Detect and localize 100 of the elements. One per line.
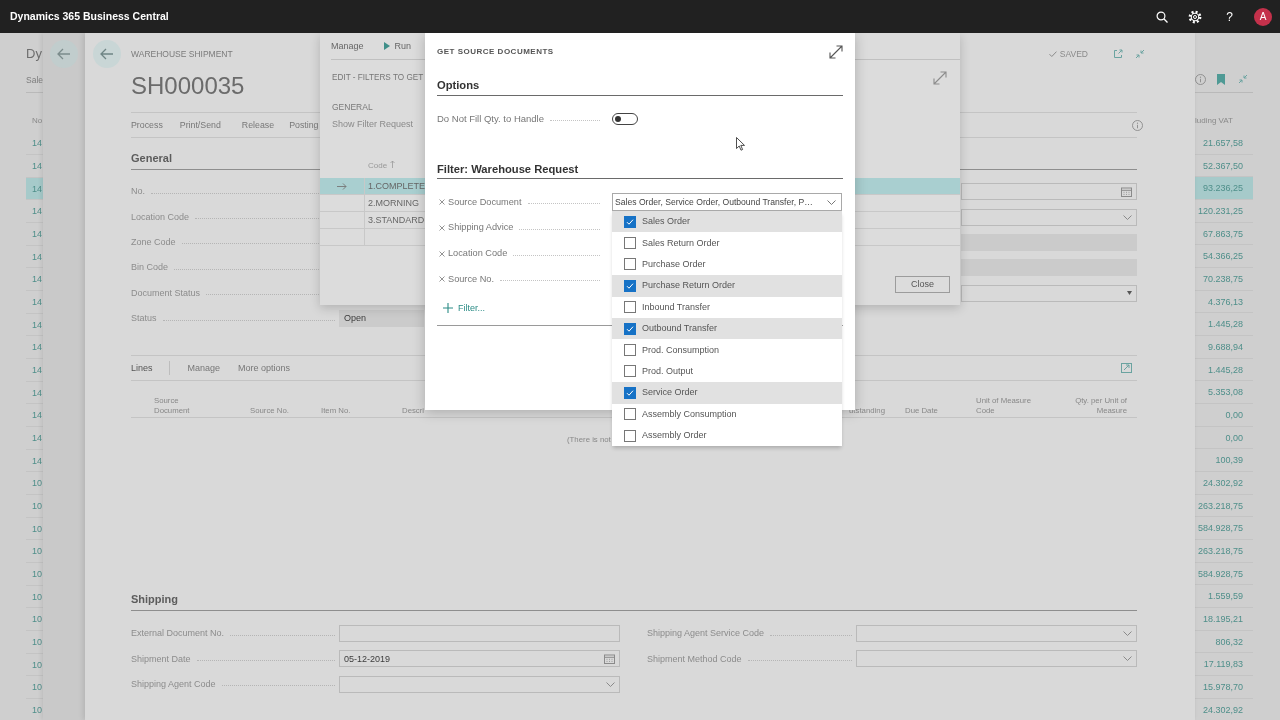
dropdown-option[interactable]: Assembly Consumption: [612, 403, 842, 425]
checkbox[interactable]: [624, 408, 636, 421]
checkbox[interactable]: [624, 322, 636, 335]
table-cell[interactable]: 93.236,25: [1195, 177, 1253, 200]
table-cell-text: 1.COMPLETE: [367, 180, 425, 193]
section-title: Filter: Warehouse Request: [437, 160, 843, 179]
field-label: Do Not Fill Qty. to Handle: [437, 113, 544, 125]
collapse-icon[interactable]: [1238, 74, 1248, 84]
bookmark-icon[interactable]: [1217, 74, 1225, 85]
read-only-field: Open: [339, 310, 424, 328]
checkbox[interactable]: [624, 215, 636, 228]
play-icon: [383, 42, 390, 50]
checkbox[interactable]: [624, 365, 636, 378]
field-label: Shipping Advice: [448, 222, 514, 234]
chevron-down-icon[interactable]: [827, 199, 836, 205]
option-label: Service Order: [642, 387, 698, 399]
help-button[interactable]: ?: [1226, 9, 1233, 24]
option-label: Assembly Consumption: [642, 408, 737, 420]
dropdown-option[interactable]: Sales Order: [612, 211, 842, 233]
dropdown-field[interactable]: Sales Order, Service Order, Outbound Transfer, P…: [612, 193, 842, 212]
chevron-down-icon[interactable]: [606, 681, 615, 687]
table-cell-text: 3.STANDARD: [367, 214, 425, 227]
checkbox[interactable]: [624, 344, 636, 357]
dropdown-field[interactable]: [339, 675, 620, 693]
caret-down-icon[interactable]: [1127, 291, 1132, 296]
menu-link[interactable]: More options: [238, 362, 291, 374]
dropdown-option[interactable]: Prod. Consumption: [612, 339, 842, 361]
run-button[interactable]: Run: [383, 40, 412, 52]
checkbox[interactable]: [624, 301, 636, 314]
close-icon[interactable]: [439, 276, 445, 283]
action-button[interactable]: Process: [131, 119, 163, 131]
expand-box-icon[interactable]: [1121, 363, 1132, 374]
new-window-icon[interactable]: [1113, 49, 1123, 59]
check-icon: [1048, 51, 1057, 57]
info-icon[interactable]: [1195, 74, 1206, 85]
dropdown-option[interactable]: Assembly Order: [612, 424, 842, 447]
dropdown-option[interactable]: Sales Return Order: [612, 232, 842, 254]
action-button[interactable]: Print/Send: [179, 119, 221, 131]
settings-icon[interactable]: [1188, 9, 1202, 24]
checkbox[interactable]: [624, 386, 636, 399]
mouse-pointer-icon: [736, 137, 745, 151]
add-filter-link[interactable]: Filter...: [443, 297, 485, 320]
checkbox[interactable]: [624, 258, 636, 271]
field-label: Shipment Date: [131, 653, 191, 665]
expand-icon[interactable]: [829, 45, 843, 59]
action-button[interactable]: Posting: [289, 119, 319, 131]
menu-button[interactable]: Manage: [331, 40, 364, 52]
date-field[interactable]: 05-12-2019: [339, 650, 620, 668]
date-field[interactable]: [961, 183, 1137, 201]
option-label: Prod. Output: [642, 366, 694, 377]
input-field[interactable]: [339, 625, 620, 642]
dropdown-option[interactable]: Outbound Transfer: [612, 317, 842, 340]
calendar-icon[interactable]: [1121, 186, 1132, 197]
field-label: Shipping Agent Code: [131, 678, 216, 690]
avatar-button[interactable]: A: [1254, 7, 1272, 26]
dropdown-field[interactable]: [856, 650, 1137, 668]
chevron-down-icon[interactable]: [1123, 656, 1132, 662]
section-title: Options: [437, 76, 843, 96]
section-title: Shipping: [131, 589, 1137, 611]
filter-request-link[interactable]: Show Filter Request: [332, 118, 414, 130]
page-title: Dy: [26, 45, 42, 63]
dropdown-option[interactable]: Purchase Order: [612, 253, 842, 276]
close-icon[interactable]: [439, 250, 445, 257]
saved-status: SAVED: [1059, 48, 1088, 60]
dropdown-field[interactable]: [961, 208, 1137, 226]
field-label: Document Status: [131, 287, 201, 299]
menu-link[interactable]: Manage: [187, 362, 221, 374]
close-icon[interactable]: [439, 224, 445, 231]
collapse-icon[interactable]: [1135, 49, 1145, 59]
document-number: SH000035: [131, 71, 245, 101]
option-label: Assembly Order: [642, 430, 707, 441]
dropdown-option[interactable]: Inbound Transfer: [612, 296, 842, 318]
table-cell[interactable]: 14: [26, 177, 43, 201]
section-title: Lines: [131, 362, 153, 374]
close-icon[interactable]: [439, 199, 445, 206]
chevron-down-icon[interactable]: [1123, 214, 1132, 220]
dropdown-option[interactable]: Service Order: [612, 382, 842, 404]
group-title: GENERAL: [332, 102, 373, 112]
sort-up-arrow-icon[interactable]: [390, 160, 396, 168]
select-field[interactable]: [961, 284, 1137, 302]
table-cell-text: 2.MORNING: [367, 197, 419, 210]
dropdown-option[interactable]: Prod. Output: [612, 360, 842, 383]
chevron-down-icon[interactable]: [1123, 631, 1132, 636]
checkbox[interactable]: [624, 279, 636, 292]
page-subtitle: Sale: [26, 74, 43, 87]
search-icon[interactable]: [1156, 10, 1168, 23]
close-button[interactable]: Close: [895, 276, 950, 293]
option-label: Sales Order: [642, 216, 691, 228]
checkbox[interactable]: [624, 429, 636, 442]
info-icon[interactable]: [1132, 119, 1143, 131]
checkbox[interactable]: [624, 237, 636, 250]
option-label: Purchase Order: [642, 259, 706, 270]
dropdown-option[interactable]: Purchase Return Order: [612, 275, 842, 297]
action-button[interactable]: Release: [241, 119, 275, 131]
dropdown-field[interactable]: [856, 625, 1137, 642]
option-label: Sales Return Order: [642, 237, 720, 249]
app-title: Dynamics 365 Business Central: [10, 10, 169, 23]
option-label: Purchase Return Order: [642, 280, 736, 292]
field-label: Location Code: [131, 211, 190, 223]
calendar-icon[interactable]: [604, 653, 615, 664]
